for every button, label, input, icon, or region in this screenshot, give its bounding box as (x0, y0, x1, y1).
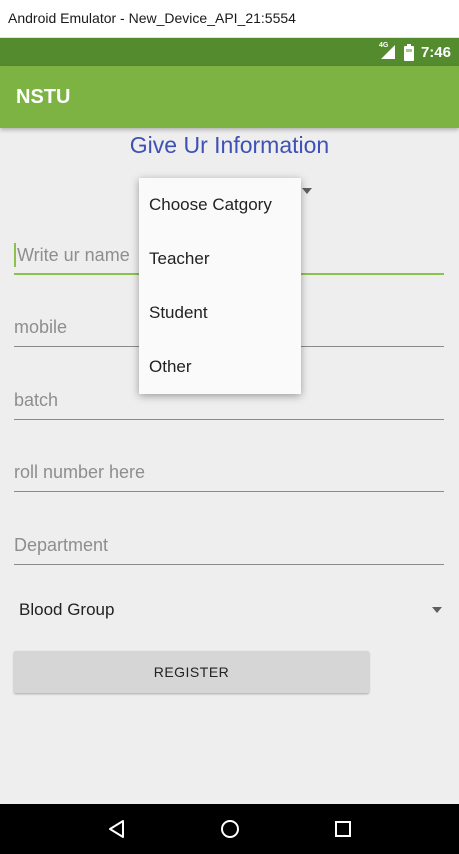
navigation-bar (0, 804, 459, 854)
blood-group-arrow-icon (432, 607, 442, 613)
recents-icon[interactable] (323, 809, 363, 849)
status-bar: 4G 7:46 (0, 38, 459, 66)
emulator-window-title-bar: Android Emulator - New_Device_API_21:555… (0, 0, 459, 38)
text-cursor (14, 243, 16, 267)
dropdown-option-choose-category[interactable]: Choose Catgory (139, 178, 301, 232)
dropdown-option-other[interactable]: Other (139, 340, 301, 394)
back-icon[interactable] (97, 809, 137, 849)
form-title: Give Ur Information (129, 132, 330, 158)
battery-icon (403, 43, 415, 61)
home-icon[interactable] (210, 809, 250, 849)
network-type: 4G (378, 42, 389, 49)
department-field[interactable] (14, 525, 444, 565)
status-time: 7:46 (420, 43, 451, 61)
department-input[interactable] (14, 525, 444, 565)
register-button[interactable]: REGISTER (14, 651, 369, 693)
roll-underline (14, 491, 444, 492)
dropdown-option-student[interactable]: Student (139, 286, 301, 340)
department-underline (14, 564, 444, 565)
app-bar: NSTU (0, 66, 459, 128)
roll-input[interactable] (14, 452, 444, 492)
roll-field[interactable] (14, 452, 444, 492)
dropdown-option-teacher[interactable]: Teacher (139, 232, 301, 286)
blood-group-spinner[interactable]: Blood Group (14, 594, 444, 626)
app-title: NSTU (16, 86, 71, 108)
window-title: Android Emulator - New_Device_API_21:555… (8, 10, 296, 26)
category-dropdown[interactable]: Choose Catgory Teacher Student Other (139, 178, 301, 394)
blood-group-selected: Blood Group (19, 600, 115, 619)
category-spinner-arrow-icon[interactable] (302, 188, 312, 194)
signal-icon: 4G (378, 42, 397, 60)
batch-underline (14, 419, 444, 420)
